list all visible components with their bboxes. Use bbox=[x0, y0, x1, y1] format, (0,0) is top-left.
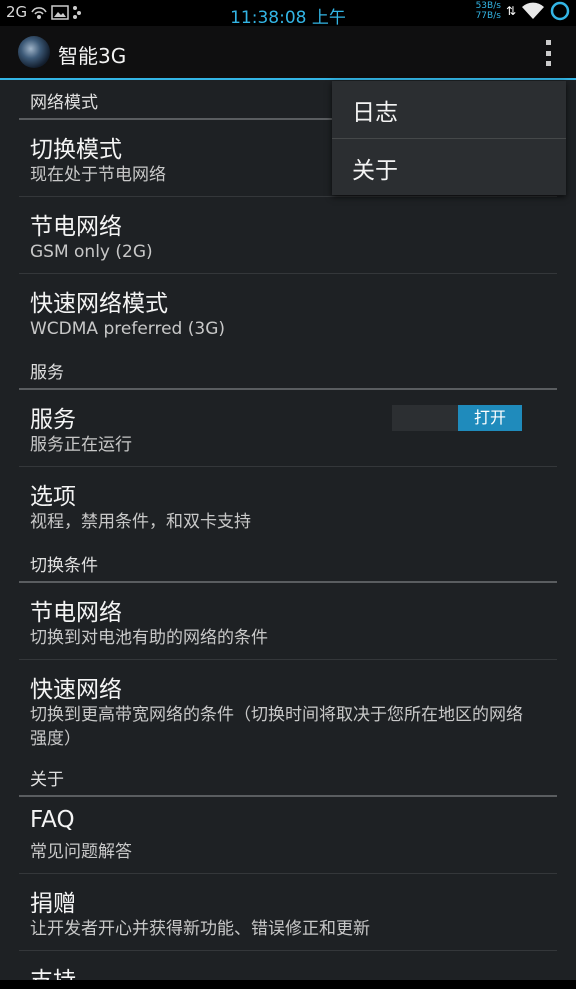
pref-power-saving-conditions[interactable]: 节电网络 切换到对电池有助的网络的条件 bbox=[19, 583, 557, 660]
sync-ring-icon bbox=[550, 1, 570, 21]
action-bar: 智能3G bbox=[0, 26, 576, 78]
pref-title: FAQ bbox=[30, 807, 75, 833]
preference-list[interactable]: 网络模式 切换模式 现在处于节电网络 节电网络 GSM only (2G) 快速… bbox=[0, 80, 576, 980]
wifi-signal-icon bbox=[522, 2, 544, 19]
overflow-popup-menu: 日志 关于 bbox=[332, 81, 566, 195]
download-speed: 77B/s bbox=[475, 11, 501, 21]
status-icons-right: 53B/s 77B/s ⇅ bbox=[476, 1, 570, 21]
pref-summary: 常见问题解答 bbox=[30, 842, 132, 862]
overflow-menu-icon[interactable] bbox=[544, 40, 552, 66]
pref-title: 切换模式 bbox=[30, 137, 122, 163]
pref-power-saving-network[interactable]: 节电网络 GSM only (2G) bbox=[19, 197, 557, 274]
pref-title: 选项 bbox=[30, 484, 76, 510]
category-label: 切换条件 bbox=[30, 556, 98, 576]
bottom-bar bbox=[0, 980, 576, 989]
app-logo-icon[interactable] bbox=[18, 36, 50, 68]
pref-title: 快速网络 bbox=[30, 677, 122, 703]
category-about: 关于 bbox=[19, 757, 557, 797]
pref-title: 节电网络 bbox=[30, 600, 122, 626]
menu-item-log[interactable]: 日志 bbox=[332, 81, 566, 137]
category-label: 关于 bbox=[30, 770, 64, 790]
pref-summary: WCDMA preferred (3G) bbox=[30, 319, 225, 339]
pref-service[interactable]: 服务 服务正在运行 打开 bbox=[19, 390, 557, 467]
toggle-on-label: 打开 bbox=[458, 405, 522, 431]
network-speed: 53B/s 77B/s bbox=[476, 1, 501, 21]
pref-fast-network-mode[interactable]: 快速网络模式 WCDMA preferred (3G) bbox=[19, 274, 557, 350]
upload-speed: 53B/s bbox=[475, 1, 501, 11]
pref-faq[interactable]: FAQ 常见问题解答 bbox=[19, 797, 557, 874]
pref-title: 快速网络模式 bbox=[30, 291, 168, 317]
pref-support[interactable]: 支持 bbox=[19, 951, 557, 980]
data-activity-icon: ⇅ bbox=[505, 4, 516, 18]
pref-fast-network-conditions[interactable]: 快速网络 切换到更高带宽网络的条件（切换时间将取决于您所在地区的网络强度） bbox=[19, 660, 557, 758]
pref-title: 节电网络 bbox=[30, 214, 122, 240]
pref-summary: 服务正在运行 bbox=[30, 435, 132, 455]
category-label: 服务 bbox=[30, 363, 64, 383]
pref-options[interactable]: 选项 视程，禁用条件，和双卡支持 bbox=[19, 467, 557, 543]
app-title: 智能3G bbox=[58, 44, 127, 68]
pref-donate[interactable]: 捐赠 让开发者开心并获得新功能、错误修正和更新 bbox=[19, 874, 557, 951]
pref-summary: 切换到更高带宽网络的条件（切换时间将取决于您所在地区的网络强度） bbox=[30, 705, 523, 749]
pref-title: 捐赠 bbox=[30, 891, 76, 917]
menu-item-label: 日志 bbox=[352, 100, 398, 126]
pref-summary: 让开发者开心并获得新功能、错误修正和更新 bbox=[30, 919, 370, 939]
status-bar: 2G 11:38:08 上午 53B/s 77B/s ⇅ bbox=[0, 0, 576, 28]
category-label: 网络模式 bbox=[30, 93, 98, 113]
pref-title: 支持 bbox=[30, 961, 76, 980]
menu-item-about[interactable]: 关于 bbox=[332, 139, 566, 195]
pref-title: 服务 bbox=[30, 407, 76, 433]
category-switch-conditions: 切换条件 bbox=[19, 543, 557, 583]
pref-summary: 视程，禁用条件，和双卡支持 bbox=[30, 512, 251, 532]
pref-summary: GSM only (2G) bbox=[30, 242, 153, 262]
category-service: 服务 bbox=[19, 350, 557, 390]
pref-summary: 切换到对电池有助的网络的条件 bbox=[30, 628, 268, 648]
service-toggle-switch[interactable]: 打开 bbox=[392, 405, 522, 431]
menu-item-label: 关于 bbox=[352, 158, 398, 184]
